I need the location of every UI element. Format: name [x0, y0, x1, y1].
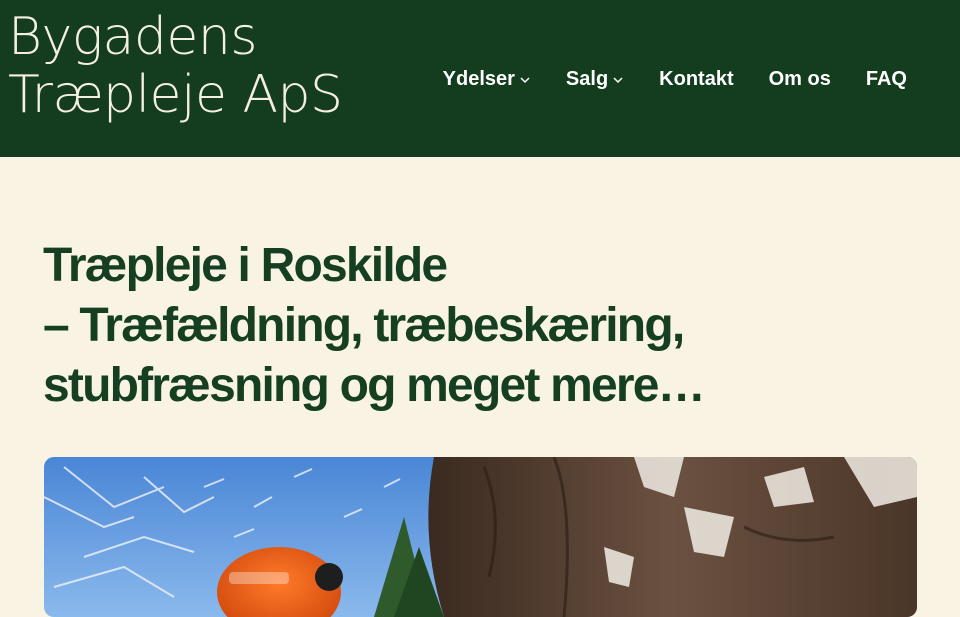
page-title-line-3: stubfræsning og meget mere… — [43, 359, 706, 412]
main-nav: Ydelser Salg Kontakt Om os FAQ — [443, 66, 907, 92]
nav-item-kontakt[interactable]: Kontakt — [659, 66, 733, 92]
hero-image — [44, 457, 917, 617]
nav-item-label: FAQ — [865, 68, 907, 90]
logo-line-2: Træpleje ApS — [8, 65, 343, 125]
page-title-line-1: Træpleje i Roskilde — [43, 239, 448, 292]
logo-line-1: Bygadens — [8, 7, 257, 67]
nav-item-label: Kontakt — [659, 68, 734, 90]
nav-item-label: Ydelser — [442, 68, 515, 90]
page-title: Træpleje i Roskilde – Træfældning, træbe… — [43, 236, 923, 416]
nav-item-faq[interactable]: FAQ — [866, 66, 907, 92]
nav-item-ydelser[interactable]: Ydelser — [443, 66, 531, 92]
nav-item-label: Salg — [565, 68, 609, 90]
chevron-down-icon — [613, 77, 623, 84]
arborist-photo — [44, 457, 917, 617]
nav-item-om-os[interactable]: Om os — [769, 66, 831, 92]
site-logo[interactable]: Bygadens Træpleje ApS — [8, 8, 343, 124]
nav-item-label: Om os — [768, 68, 831, 90]
page-title-line-2: – Træfældning, træbeskæring, — [43, 299, 685, 352]
site-header: Bygadens Træpleje ApS Ydelser Salg Konta… — [0, 0, 960, 157]
nav-item-salg[interactable]: Salg — [566, 66, 624, 92]
chevron-down-icon — [520, 77, 530, 84]
